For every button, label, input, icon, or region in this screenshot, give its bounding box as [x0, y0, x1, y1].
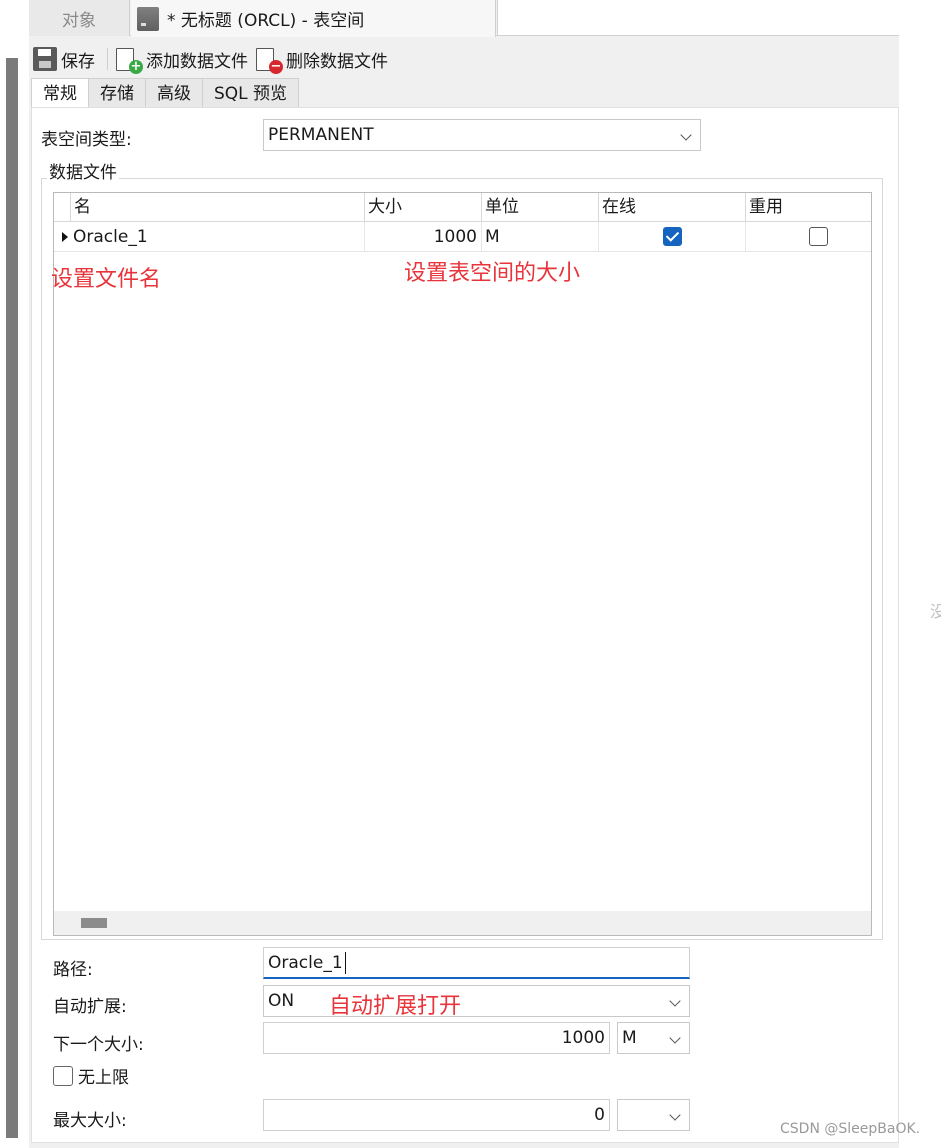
- next-size-label: 下一个大小:: [53, 1035, 144, 1055]
- cell-unit[interactable]: M: [481, 222, 598, 252]
- column-header-size[interactable]: 大小: [364, 193, 481, 222]
- cell-size[interactable]: 1000: [364, 222, 481, 252]
- tab-sql-preview[interactable]: SQL 预览: [202, 78, 300, 108]
- tablespace-icon: [137, 6, 159, 31]
- annotation-autoextend: 自动扩展打开: [329, 994, 462, 1019]
- chevron-down-icon: [669, 1032, 681, 1044]
- chevron-down-icon: [669, 995, 681, 1007]
- max-size-unit-select[interactable]: [617, 1099, 690, 1131]
- autoextend-select[interactable]: ON: [263, 985, 690, 1017]
- tab-tablespace-editor[interactable]: * 无标题 (ORCL) - 表空间: [131, 0, 496, 37]
- clipped-side-text: 没: [930, 602, 941, 621]
- scrollbar-thumb[interactable]: [81, 918, 107, 928]
- delete-datafile-label: 删除数据文件: [286, 51, 388, 72]
- path-label: 路径:: [53, 960, 93, 980]
- editor-subtabs: 常规 存储 高级 SQL 预览: [31, 78, 300, 109]
- cell-name[interactable]: Oracle_1: [70, 222, 364, 252]
- tablespace-type-select[interactable]: PERMANENT: [263, 119, 701, 151]
- next-size-unit-value: M: [622, 1028, 637, 1048]
- save-label: 保存: [61, 51, 95, 72]
- chevron-down-icon: [680, 129, 692, 141]
- tab-advanced[interactable]: 高级: [145, 78, 203, 108]
- watermark: CSDN @SleepBaOK.: [780, 1121, 921, 1137]
- text-caret: [344, 952, 346, 974]
- autoextend-label: 自动扩展:: [53, 997, 127, 1017]
- next-size-unit-select[interactable]: M: [617, 1022, 690, 1054]
- autoextend-value: ON: [268, 991, 295, 1011]
- toolbar: 保存 + 添加数据文件 − 删除数据文件: [33, 44, 396, 74]
- add-file-icon: +: [116, 47, 143, 74]
- tablespace-type-label: 表空间类型:: [41, 130, 132, 150]
- annotation-filename: 设置文件名: [51, 267, 162, 292]
- column-header-unit[interactable]: 单位: [481, 193, 598, 222]
- unlimited-checkbox-row[interactable]: 无上限: [53, 1063, 129, 1088]
- tabstrip-empty-area: [497, 0, 899, 36]
- annotation-size: 设置表空间的大小: [404, 261, 581, 286]
- max-size-value: 0: [594, 1105, 605, 1125]
- tablespace-type-value: PERMANENT: [268, 125, 374, 145]
- max-size-label: 最大大小:: [53, 1111, 127, 1131]
- path-value: Oracle_1: [268, 953, 343, 973]
- row-selector-icon: [62, 232, 68, 242]
- unlimited-checkbox[interactable]: [53, 1065, 73, 1086]
- tab-storage[interactable]: 存储: [88, 78, 146, 108]
- save-button[interactable]: 保存: [33, 47, 95, 72]
- cell-online: [598, 222, 745, 252]
- document-tabstrip: 对象 * 无标题 (ORCL) - 表空间: [29, 0, 899, 37]
- grid-header: 名 大小 单位 在线 重用: [54, 193, 871, 222]
- tab-general[interactable]: 常规: [31, 78, 89, 109]
- unlimited-label: 无上限: [78, 1068, 129, 1088]
- reuse-checkbox[interactable]: [809, 227, 828, 246]
- chevron-down-icon: [669, 1109, 681, 1121]
- delete-datafile-button[interactable]: − 删除数据文件: [256, 47, 388, 74]
- column-header-reuse[interactable]: 重用: [745, 193, 871, 222]
- column-header-online[interactable]: 在线: [598, 193, 745, 222]
- save-icon: [33, 47, 57, 71]
- column-header-name[interactable]: 名: [70, 193, 364, 222]
- horizontal-scrollbar[interactable]: [54, 911, 871, 935]
- next-size-input[interactable]: 1000: [263, 1022, 610, 1054]
- delete-file-icon: −: [256, 47, 283, 74]
- online-checkbox[interactable]: [663, 227, 682, 246]
- datafiles-grid[interactable]: 名 大小 单位 在线 重用 Oracle_1 1000 M: [53, 192, 872, 936]
- datafiles-group-title: 数据文件: [47, 158, 119, 183]
- add-datafile-button[interactable]: + 添加数据文件: [116, 47, 248, 74]
- cell-reuse: [745, 222, 871, 252]
- max-size-input[interactable]: 0: [263, 1099, 610, 1131]
- path-input[interactable]: Oracle_1: [263, 947, 690, 979]
- table-row[interactable]: Oracle_1 1000 M: [54, 222, 871, 252]
- left-splitter[interactable]: [6, 58, 18, 1138]
- toolbar-separator: [107, 48, 108, 70]
- next-size-value: 1000: [561, 1028, 605, 1048]
- tab-title: * 无标题 (ORCL) - 表空间: [167, 11, 365, 31]
- tab-objects[interactable]: 对象: [29, 0, 130, 36]
- add-datafile-label: 添加数据文件: [146, 51, 248, 72]
